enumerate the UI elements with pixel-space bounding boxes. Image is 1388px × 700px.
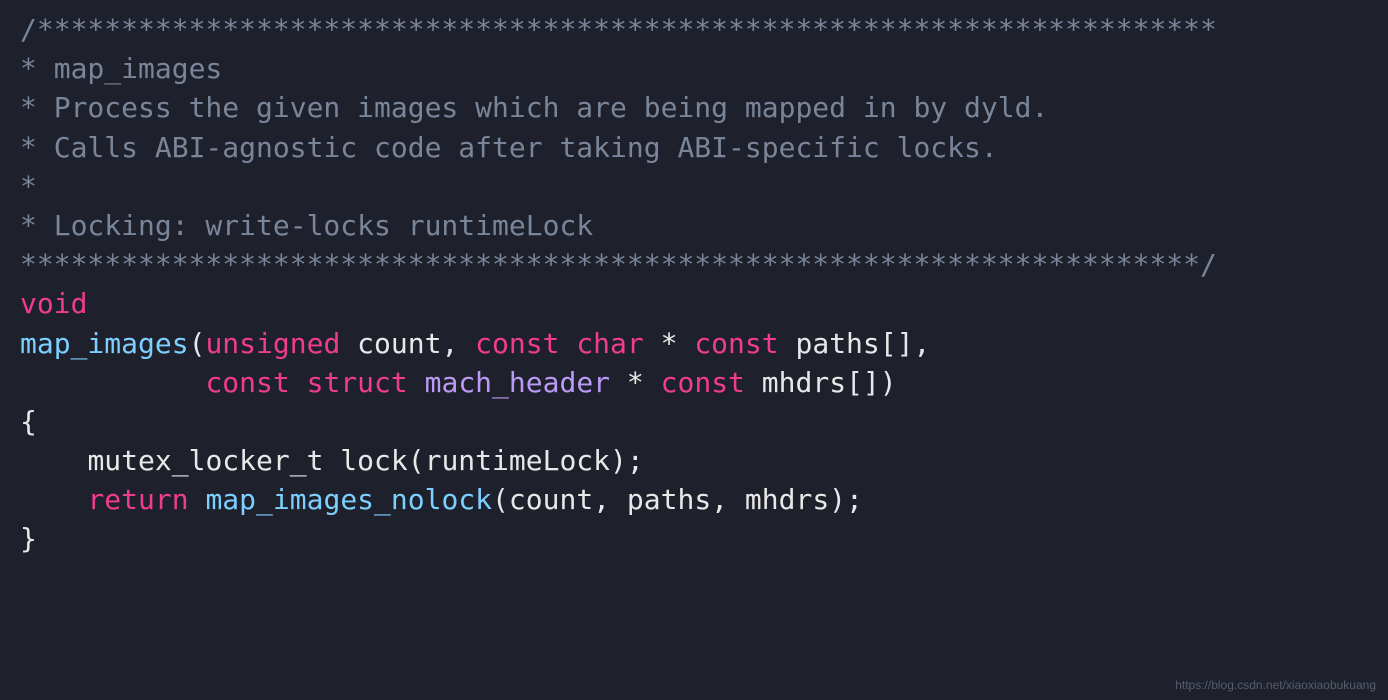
paren: (: [189, 327, 206, 360]
keyword-void: void: [20, 287, 87, 320]
brace-close: }: [20, 522, 37, 555]
watermark-text: https://blog.csdn.net/xiaoxiaobukuang: [1175, 677, 1376, 694]
space: [559, 327, 576, 360]
function-name: map_images: [20, 327, 189, 360]
comment-line: *: [20, 170, 37, 203]
keyword-char: char: [576, 327, 643, 360]
comment-line: /***************************************…: [20, 13, 1217, 46]
indent: [20, 483, 87, 516]
keyword-const: const: [694, 327, 778, 360]
keyword-return: return: [87, 483, 188, 516]
indent: [20, 366, 205, 399]
comment-line: * Process the given images which are bei…: [20, 91, 1048, 124]
comment-line: * Locking: write-locks runtimeLock: [20, 209, 593, 242]
keyword-const: const: [205, 366, 289, 399]
type-name: mach_header: [425, 366, 610, 399]
star: *: [644, 327, 695, 360]
keyword-const: const: [661, 366, 745, 399]
keyword-unsigned: unsigned: [205, 327, 340, 360]
space: [408, 366, 425, 399]
function-call: map_images_nolock: [205, 483, 492, 516]
param: count,: [340, 327, 475, 360]
comment-line: * map_images: [20, 52, 222, 85]
keyword-const: const: [475, 327, 559, 360]
keyword-struct: struct: [307, 366, 408, 399]
call-args: (count, paths, mhdrs);: [492, 483, 863, 516]
star: *: [610, 366, 661, 399]
space: [290, 366, 307, 399]
param: paths[],: [779, 327, 931, 360]
indent: [20, 444, 87, 477]
comment-line: * Calls ABI-agnostic code after taking A…: [20, 131, 998, 164]
param: mhdrs[]): [745, 366, 897, 399]
space: [189, 483, 206, 516]
statement: mutex_locker_t lock(runtimeLock);: [87, 444, 643, 477]
brace-open: {: [20, 405, 37, 438]
code-block: /***************************************…: [20, 10, 1368, 559]
comment-line: ****************************************…: [20, 248, 1217, 281]
